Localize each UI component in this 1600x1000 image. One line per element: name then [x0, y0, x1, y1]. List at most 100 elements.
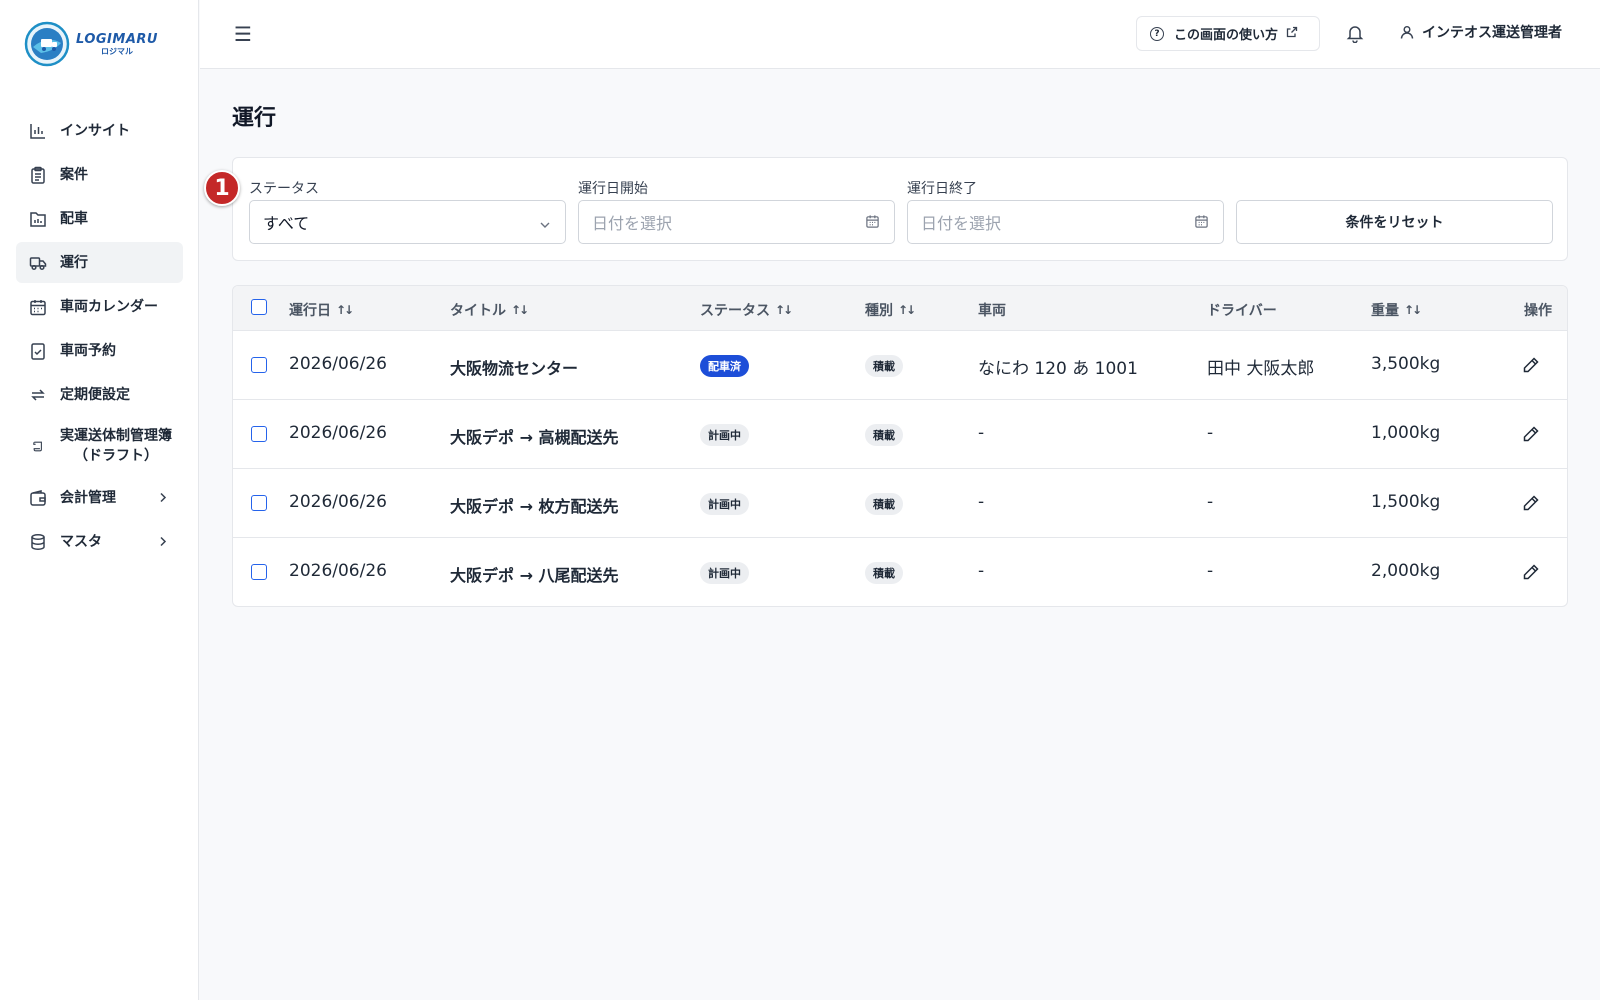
calendar-icon	[28, 297, 48, 317]
cell-weight: 1,000kg	[1371, 423, 1441, 443]
column-header-label: ステータス	[700, 303, 770, 319]
table-row[interactable]: 2026/06/26 大阪デポ → 高槻配送先 計画中 積載 - - 1,000…	[233, 400, 1567, 469]
table-row[interactable]: 2026/06/26 大阪物流センター 配車済 積載 なにわ 120 あ 100…	[233, 331, 1567, 400]
calendar-icon	[865, 214, 880, 233]
sidebar-item-operations[interactable]: 運行	[16, 242, 183, 283]
cell-title[interactable]: 大阪物流センター	[450, 355, 578, 379]
repeat-icon	[28, 385, 48, 405]
edit-pencil-icon[interactable]	[1522, 563, 1540, 581]
sidebar-item-transport-register[interactable]: 実運送体制管理簿（ドラフト）	[16, 418, 183, 474]
column-header-label: 車両	[978, 303, 1006, 319]
sidebar-item-label: 定期便設定	[60, 386, 130, 403]
edit-pencil-icon[interactable]	[1522, 356, 1540, 374]
external-link-icon	[1286, 26, 1298, 42]
sidebar-item-label: 車両カレンダー	[60, 298, 158, 315]
database-icon	[28, 532, 48, 552]
type-badge: 積載	[865, 355, 903, 377]
end-date-input[interactable]: 日付を選択	[907, 200, 1224, 244]
column-header-actions: 操作	[1524, 300, 1552, 320]
cell-title[interactable]: 大阪デポ → 高槻配送先	[450, 424, 619, 448]
sidebar-item-cases[interactable]: 案件	[16, 154, 183, 195]
sidebar-item-label: インサイト	[60, 122, 130, 139]
start-date-label: 運行日開始	[578, 181, 648, 197]
reset-filters-button[interactable]: 条件をリセット	[1236, 200, 1553, 244]
edit-pencil-icon[interactable]	[1522, 494, 1540, 512]
table-row[interactable]: 2026/06/26 大阪デポ → 枚方配送先 計画中 積載 - - 1,500…	[233, 469, 1567, 538]
column-header-label: 運行日	[289, 303, 331, 319]
question-circle-icon: ?	[1150, 26, 1164, 41]
column-header-weight[interactable]: 重量 ↑↓	[1371, 300, 1422, 320]
sort-icon: ↑↓	[898, 303, 916, 317]
cell-title[interactable]: 大阪デポ → 八尾配送先	[450, 562, 619, 586]
select-all-checkbox[interactable]	[251, 299, 267, 315]
column-header-vehicle: 車両	[978, 300, 1006, 320]
cell-vehicle: -	[978, 492, 985, 512]
logo-mark-icon	[24, 21, 70, 67]
clipboard-icon	[28, 165, 48, 185]
sort-icon: ↑↓	[1404, 303, 1422, 317]
sidebar-item-vehicle-calendar[interactable]: 車両カレンダー	[16, 286, 183, 327]
column-header-type[interactable]: 種別 ↑↓	[865, 300, 916, 320]
type-badge: 積載	[865, 562, 903, 584]
cell-driver: -	[1207, 492, 1214, 512]
cell-date: 2026/06/26	[289, 423, 387, 443]
user-menu[interactable]: インテオス運送管理者	[1400, 22, 1562, 42]
brand-sub: ロジマル	[100, 46, 133, 56]
status-badge: 計画中	[700, 562, 749, 584]
status-badge: 計画中	[700, 493, 749, 515]
row-checkbox[interactable]	[251, 357, 267, 373]
top-header: ☰ ? この画面の使い方 インテオス運送管理者	[200, 0, 1600, 69]
column-header-label: ドライバー	[1207, 303, 1277, 319]
cell-date: 2026/06/26	[289, 561, 387, 581]
bell-icon[interactable]	[1345, 23, 1365, 44]
cell-weight: 1,500kg	[1371, 492, 1441, 512]
help-button-label: この画面の使い方	[1174, 28, 1279, 43]
user-icon	[1400, 26, 1414, 39]
column-header-driver: ドライバー	[1207, 300, 1277, 320]
brand-name: LOGIMARU	[76, 31, 158, 47]
user-name: インテオス運送管理者	[1422, 25, 1562, 41]
column-header-status[interactable]: ステータス ↑↓	[700, 300, 793, 320]
status-filter-select[interactable]: すべて	[249, 200, 566, 244]
sidebar: LOGIMARU ロジマル インサイト 案件 配車 運行 車両カレンダー 車両予…	[0, 0, 199, 1000]
sidebar-item-scheduled-service[interactable]: 定期便設定	[16, 374, 183, 415]
type-badge: 積載	[865, 493, 903, 515]
row-checkbox[interactable]	[251, 564, 267, 580]
status-badge: 配車済	[700, 355, 749, 377]
brand-logo[interactable]: LOGIMARU ロジマル	[24, 21, 158, 67]
dispatch-icon	[28, 209, 48, 229]
sort-icon: ↑↓	[336, 303, 354, 317]
type-badge: 積載	[865, 424, 903, 446]
column-header-title[interactable]: タイトル ↑↓	[450, 300, 529, 320]
sidebar-item-label: マスタ	[60, 533, 102, 550]
sidebar-item-label: 配車	[60, 210, 88, 227]
edit-pencil-icon[interactable]	[1522, 425, 1540, 443]
sidebar-item-dispatch[interactable]: 配車	[16, 198, 183, 239]
bar-chart-icon	[28, 121, 48, 141]
truck-icon	[28, 253, 48, 273]
status-filter-label: ステータス	[249, 181, 319, 197]
status-filter-value: すべて	[263, 214, 310, 233]
chevron-right-icon	[157, 532, 169, 551]
column-header-date[interactable]: 運行日 ↑↓	[289, 300, 354, 320]
column-header-label: 操作	[1524, 303, 1552, 319]
help-button[interactable]: ? この画面の使い方	[1136, 16, 1320, 51]
table-row[interactable]: 2026/06/26 大阪デポ → 八尾配送先 計画中 積載 - - 2,000…	[233, 538, 1567, 606]
sidebar-item-accounting[interactable]: 会計管理	[16, 477, 183, 518]
cell-title[interactable]: 大阪デポ → 枚方配送先	[450, 493, 619, 517]
chevron-right-icon	[157, 488, 169, 507]
row-checkbox[interactable]	[251, 426, 267, 442]
sidebar-item-label: 車両予約	[60, 342, 116, 359]
filter-panel: ステータス すべて 運行日開始 日付を選択 運行日終了 日付を選択 条件をリセッ…	[232, 157, 1568, 261]
calendar-icon	[1194, 214, 1209, 233]
column-header-label: 種別	[865, 303, 893, 319]
hamburger-menu-icon[interactable]: ☰	[234, 22, 252, 46]
sidebar-item-insight[interactable]: インサイト	[16, 110, 183, 151]
page-title: 運行	[232, 106, 277, 131]
sidebar-item-master[interactable]: マスタ	[16, 521, 183, 562]
sidebar-nav: インサイト 案件 配車 運行 車両カレンダー 車両予約 定期便設定 実運送体制管…	[16, 110, 183, 565]
start-date-input[interactable]: 日付を選択	[578, 200, 895, 244]
sidebar-item-vehicle-reservation[interactable]: 車両予約	[16, 330, 183, 371]
row-checkbox[interactable]	[251, 495, 267, 511]
cell-vehicle: なにわ 120 あ 1001	[978, 359, 1138, 379]
